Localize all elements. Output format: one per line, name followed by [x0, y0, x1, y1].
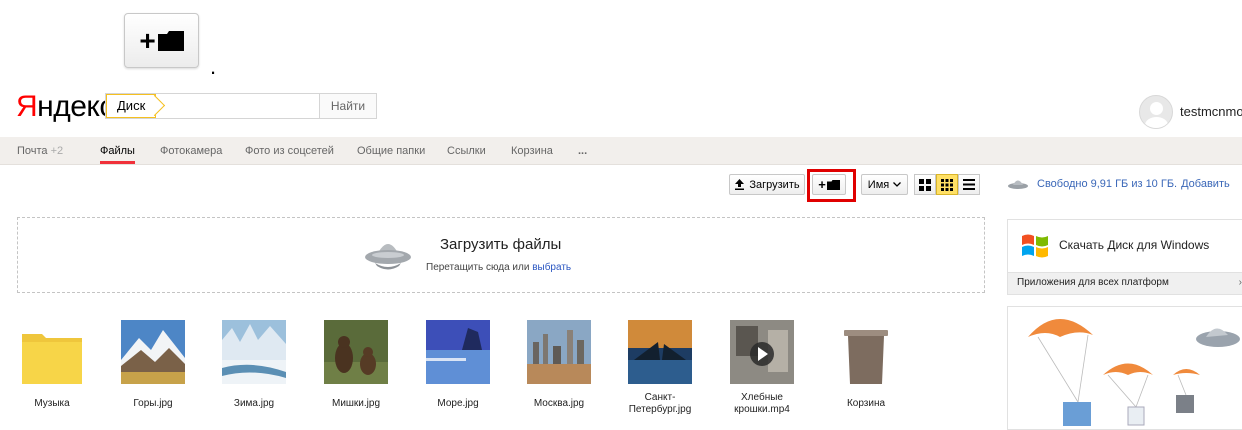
view-mode-switch	[914, 174, 981, 195]
parachutes-ufo-illustration	[1028, 318, 1240, 426]
file-name: Санкт-Петербург.jpg	[628, 392, 692, 415]
nav-item-more[interactable]: ...	[578, 145, 587, 157]
all-platforms-link[interactable]: Приложения для всех платформ ›	[1007, 273, 1242, 295]
yandex-logo[interactable]: Яндекс	[16, 90, 114, 124]
search-input[interactable]	[166, 96, 320, 118]
nav-item-shared-folders[interactable]: Общие папки	[357, 145, 425, 157]
sort-dropdown[interactable]: Имя	[861, 174, 908, 195]
highlight-box	[807, 169, 856, 202]
dropzone-subtitle: Перетащить сюда или выбрать	[426, 262, 572, 273]
username[interactable]: testmcnmo	[1180, 104, 1242, 119]
image-thumbnail	[121, 320, 185, 384]
download-windows-panel[interactable]: Скачать Диск для Windows	[1007, 219, 1242, 273]
image-thumbnail	[426, 320, 490, 384]
windows-logo-icon	[1022, 234, 1048, 258]
sort-label: Имя	[867, 178, 890, 191]
file-name: Музыка	[34, 398, 70, 409]
trash-icon	[834, 320, 898, 384]
image-thumbnail	[628, 320, 692, 384]
file-name: Море.jpg	[437, 398, 479, 409]
file-item[interactable]: Зима.jpg	[204, 320, 304, 410]
callout-dot: .	[210, 54, 217, 79]
video-thumbnail	[730, 320, 794, 384]
image-thumbnail	[222, 320, 286, 384]
upload-dropzone[interactable]: Загрузить файлы Перетащить сюда или выбр…	[17, 217, 985, 293]
file-item[interactable]: Море.jpg	[408, 320, 508, 410]
grid-large-icon	[919, 178, 931, 191]
nav-item-files[interactable]: Файлы	[100, 145, 135, 164]
nav-item-trash[interactable]: Корзина	[511, 145, 553, 157]
nav-item-links[interactable]: Ссылки	[447, 145, 486, 157]
free-space-info: Свободно 9,91 ГБ из 10 ГБ. Добавить	[1007, 178, 1230, 190]
nav-item-camera[interactable]: Фотокамера	[160, 145, 222, 157]
small-tiles-view-button[interactable]	[936, 174, 958, 195]
download-windows-label: Скачать Диск для Windows	[1059, 238, 1210, 252]
file-name: Хлебные крошки.mp4	[734, 392, 790, 415]
image-thumbnail	[324, 320, 388, 384]
promo-illustration	[1007, 306, 1242, 430]
file-item[interactable]: Корзина	[816, 320, 916, 410]
plus-icon: +	[139, 24, 156, 56]
search-service-tag[interactable]: Диск	[106, 94, 157, 118]
file-name: Мишки.jpg	[331, 398, 381, 409]
add-space-link[interactable]: Добавить	[1181, 178, 1230, 190]
file-name: Горы.jpg	[133, 398, 173, 409]
file-item[interactable]: Хлебные крошки.mp4	[712, 320, 812, 416]
list-icon	[963, 179, 975, 190]
large-tiles-view-button[interactable]	[914, 174, 936, 195]
dropzone-title: Загрузить файлы	[440, 236, 562, 253]
upload-button[interactable]: Загрузить	[729, 174, 805, 195]
search-bar: Диск Найти	[105, 93, 377, 119]
grid-small-icon	[941, 178, 953, 191]
image-thumbnail	[527, 320, 591, 384]
service-nav: Почта +2 Файлы Фотокамера Фото из соцсет…	[0, 137, 1242, 165]
nav-item-social-photos[interactable]: Фото из соцсетей	[245, 145, 334, 157]
file-item[interactable]: Москва.jpg	[509, 320, 609, 410]
folder-icon	[157, 30, 184, 51]
free-space-text: Свободно 9,91 ГБ из 10 ГБ.	[1037, 178, 1178, 190]
upload-icon	[735, 179, 745, 190]
new-folder-button-zoomed: +	[124, 13, 199, 68]
chevron-right-icon: ›	[1238, 277, 1242, 288]
search-button[interactable]: Найти	[319, 94, 376, 118]
upload-label: Загрузить	[749, 178, 800, 191]
folder-icon	[20, 320, 84, 384]
avatar[interactable]	[1139, 95, 1173, 129]
chevron-down-icon	[893, 182, 902, 187]
file-item[interactable]: Горы.jpg	[103, 320, 203, 410]
file-item[interactable]: Мишки.jpg	[306, 320, 406, 410]
file-name: Москва.jpg	[533, 398, 585, 409]
nav-item-mail[interactable]: Почта +2	[17, 145, 63, 157]
ufo-icon	[365, 244, 411, 270]
file-name: Зима.jpg	[233, 398, 275, 409]
ufo-icon	[1008, 180, 1028, 189]
file-item[interactable]: Санкт-Петербург.jpg	[610, 320, 710, 416]
list-view-button[interactable]	[958, 174, 980, 195]
file-item[interactable]: Музыка	[2, 320, 102, 410]
choose-files-link[interactable]: выбрать	[532, 262, 571, 273]
file-name: Корзина	[846, 398, 886, 409]
